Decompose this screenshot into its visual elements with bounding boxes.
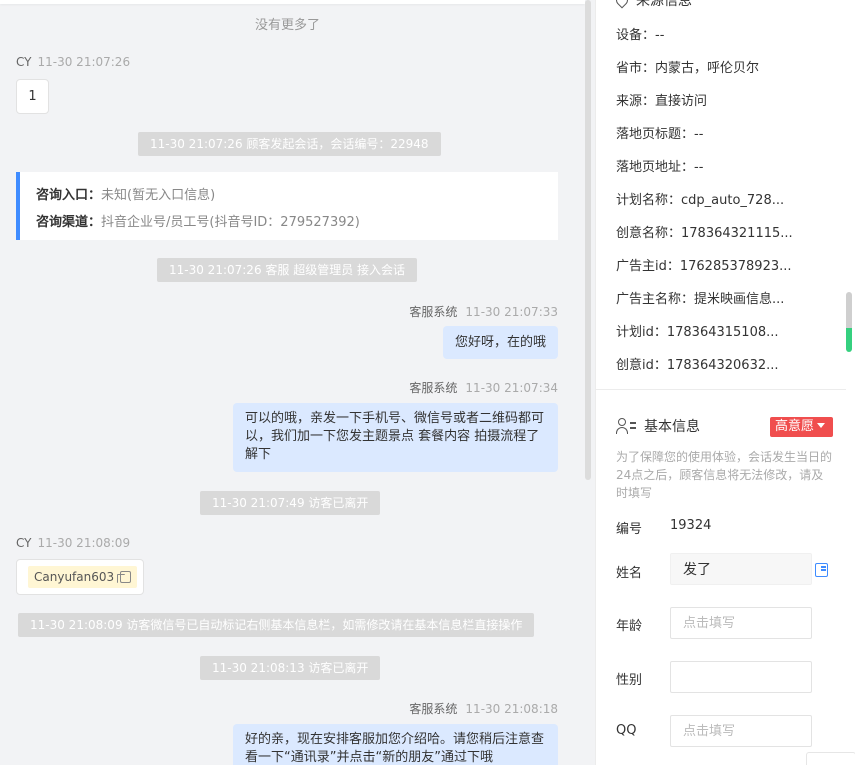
sender-name: 客服系统: [409, 305, 458, 319]
agent-message-bubble: 您好呀，在的哦: [442, 326, 558, 359]
info-scrollbar[interactable]: [846, 292, 852, 352]
gender-label: 性别: [616, 673, 643, 688]
intent-level-dropdown[interactable]: 高意愿: [770, 417, 834, 437]
name-label: 姓名: [616, 566, 643, 581]
sender-name: CY: [16, 55, 32, 69]
gender-select[interactable]: [670, 661, 812, 693]
consult-channel: 咨询渠道：抖音企业号/员工号(抖音号ID：279527392): [36, 215, 360, 230]
system-notice: 11-30 21:08:13 访客已离开: [200, 656, 381, 680]
name-input[interactable]: [670, 553, 812, 585]
source-row: 创意名称：178364321115...: [616, 226, 793, 241]
message-time: 11-30 21:08:09: [37, 536, 131, 550]
source-row: 省市：内蒙古，呼伦贝尔: [616, 61, 760, 76]
source-info-title: 来源信息: [613, 0, 692, 10]
qq-label: QQ: [616, 723, 637, 738]
user-card-icon: [616, 417, 636, 435]
customer-info-panel: 来源信息 设备：-- 省市：内蒙古，呼伦贝尔 来源：直接访问 落地页标题：-- …: [595, 0, 855, 765]
system-notice: 11-30 21:07:49 访客已离开: [200, 491, 381, 515]
consult-info-card: 咨询入口：未知(暂无入口信息) 咨询渠道：抖音企业号/员工号(抖音号ID：279…: [16, 172, 558, 240]
message-time: 11-30 21:07:26: [37, 55, 131, 69]
source-row: 落地页标题：--: [616, 127, 704, 142]
system-notice: 11-30 21:07:26 顾客发起会话，会话编号：22948: [138, 132, 441, 156]
consult-entry: 咨询入口：未知(暂无入口信息): [36, 188, 216, 203]
sender-name: CY: [16, 536, 32, 550]
no-more-label: 没有更多了: [254, 18, 320, 33]
message-meta: CY 11-30 21:08:09: [16, 536, 130, 550]
edit-icon[interactable]: [815, 563, 828, 577]
caret-down-icon: [817, 423, 826, 428]
id-value: 19324: [670, 518, 712, 533]
agent-message-bubble: 好的亲，现在安排客服加您介绍哈。请您稍后注意查看一下“通讯录”并点击“新的朋友”…: [233, 724, 558, 765]
source-row: 落地页地址：--: [616, 160, 704, 175]
message-time: 11-30 21:07:33: [465, 305, 558, 319]
message-time: 11-30 21:08:18: [465, 702, 558, 716]
chat-scrollbar[interactable]: [585, 0, 591, 480]
sender-name: 客服系统: [409, 381, 458, 395]
floating-tool-button[interactable]: [806, 752, 855, 765]
source-row: 计划id：178364315108...: [616, 325, 779, 340]
location-icon: [613, 0, 631, 9]
chat-panel: 没有更多了 CY 11-30 21:07:26 1 11-30 21:07:26 …: [0, 0, 595, 765]
age-label: 年龄: [616, 619, 643, 634]
agent-message-bubble: 可以的哦，亲发一下手机号、微信号或者二维码都可以，我们加一下您发主题景点 套餐内…: [233, 403, 558, 472]
system-notice: 11-30 21:08:09 访客微信号已自动标记右侧基本信息栏，如需修改请在基…: [18, 613, 535, 637]
source-row: 来源：直接访问: [616, 94, 708, 109]
source-row: 设备：--: [616, 28, 665, 43]
source-row: 计划名称：cdp_auto_728...: [616, 193, 785, 208]
wechat-id-chip[interactable]: Canyufan603: [28, 566, 138, 588]
edit-deadline-notice: 为了保障您的使用体验，会话发生当日的24点之后，顾客信息将无法修改，请及时填写: [616, 450, 833, 500]
source-row: 广告主id：176285378923...: [616, 259, 792, 274]
visitor-message-bubble: Canyufan603: [16, 559, 144, 595]
qq-input[interactable]: [670, 715, 812, 747]
age-input[interactable]: [670, 607, 812, 639]
id-label: 编号: [616, 522, 643, 537]
source-row: 广告主名称：提米映画信息...: [616, 292, 785, 307]
system-notice: 11-30 21:07:26 客服 超级管理员 接入会话: [157, 258, 418, 282]
sender-name: 客服系统: [409, 702, 458, 716]
chat-topbar: [0, 0, 585, 4]
copy-icon[interactable]: [117, 571, 132, 583]
message-meta: CY 11-30 21:07:26: [16, 55, 130, 69]
message-meta: 客服系统 11-30 21:08:18: [409, 700, 558, 717]
visitor-message-bubble: 1: [16, 79, 49, 114]
basic-info-title: 基本信息: [616, 416, 700, 436]
source-row: 创意id：178364320632...: [616, 358, 779, 373]
section-divider: [596, 389, 846, 390]
message-time: 11-30 21:07:34: [465, 381, 558, 395]
message-meta: 客服系统 11-30 21:07:34: [409, 379, 558, 396]
message-meta: 客服系统 11-30 21:07:33: [409, 303, 558, 320]
